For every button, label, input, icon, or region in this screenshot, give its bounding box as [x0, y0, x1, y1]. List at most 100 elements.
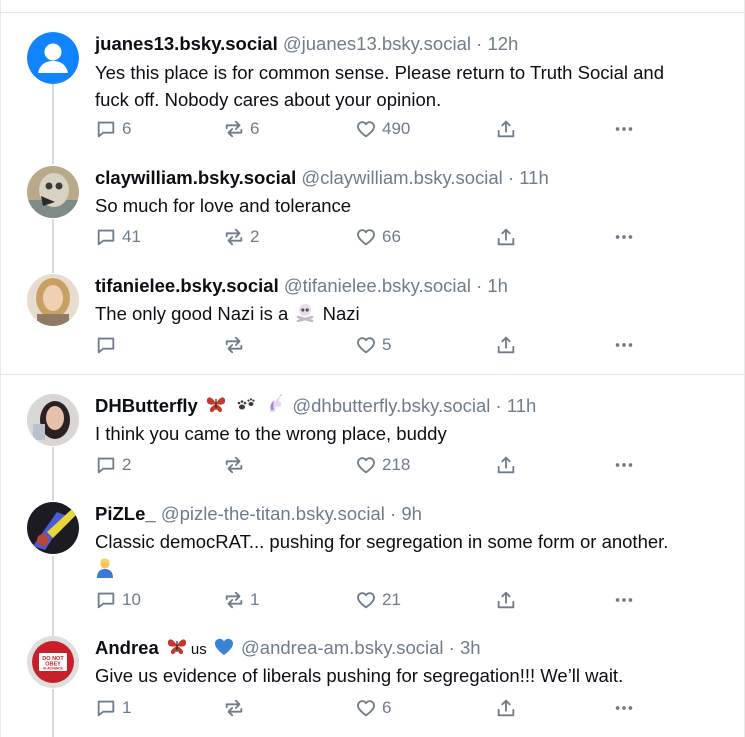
repost-button[interactable]: 1: [223, 588, 259, 612]
like-count: 5: [382, 335, 392, 354]
avatar[interactable]: [27, 32, 79, 84]
like-button[interactable]: 490: [355, 117, 410, 141]
handle[interactable]: @claywilliam.bsky.social: [301, 167, 502, 188]
post-text-line: I think you came to the wrong place, bud…: [95, 423, 447, 444]
like-button[interactable]: 66: [355, 225, 401, 249]
post-header: claywilliam.bsky.social @claywilliam.bsk…: [95, 166, 549, 190]
avatar[interactable]: [27, 394, 79, 446]
like-button[interactable]: 6: [355, 696, 391, 720]
post-text: So much for love and tolerance: [95, 192, 735, 219]
more-dots-icon: [615, 706, 633, 710]
name-suffix: us: [190, 641, 207, 658]
more-options-button[interactable]: [613, 453, 635, 477]
like-button[interactable]: 218: [355, 453, 410, 477]
post-text: Give us evidence of liberals pushing for…: [95, 662, 735, 689]
repost-button[interactable]: [223, 333, 250, 357]
repost-button[interactable]: 6: [223, 117, 259, 141]
reply-button[interactable]: 10: [95, 588, 141, 612]
more-dots-icon: [615, 235, 633, 239]
share-button[interactable]: [495, 225, 517, 249]
separator: ·: [495, 395, 502, 416]
more-dots-icon: [615, 127, 633, 131]
repost-count: 6: [250, 119, 260, 138]
reply-button[interactable]: [95, 333, 122, 357]
reply-button[interactable]: 2: [95, 453, 131, 477]
post-actions: 10 1 21: [95, 588, 655, 612]
reply-button[interactable]: 41: [95, 225, 141, 249]
more-options-button[interactable]: [613, 696, 635, 720]
thread-line: [52, 556, 54, 636]
thread-line: [52, 219, 54, 273]
like-count: 66: [382, 227, 401, 246]
display-name[interactable]: DHButterfly: [95, 395, 198, 416]
timestamp[interactable]: 11h: [507, 395, 537, 416]
timestamp[interactable]: 11h: [519, 167, 549, 188]
separator: ·: [476, 33, 483, 54]
timestamp[interactable]: 9h: [401, 503, 422, 524]
timestamp[interactable]: 12h: [487, 33, 518, 54]
share-button[interactable]: [495, 588, 517, 612]
handle[interactable]: @dhbutterfly.bsky.social: [292, 395, 490, 416]
like-button[interactable]: 5: [355, 333, 391, 357]
post-actions: 41 2 66: [95, 225, 655, 249]
top-divider: [1, 12, 745, 13]
share-button[interactable]: [495, 333, 517, 357]
post-text-line: Yes this place is for common sense. Plea…: [95, 62, 665, 83]
reply-button[interactable]: 1: [95, 696, 131, 720]
display-name[interactable]: tifanielee.bsky.social: [95, 275, 279, 296]
reply-count: 6: [122, 119, 132, 138]
timestamp[interactable]: 3h: [460, 637, 481, 658]
timestamp[interactable]: 1h: [487, 275, 508, 296]
post-header: tifanielee.bsky.social @tifanielee.bsky.…: [95, 274, 508, 298]
more-options-button[interactable]: [613, 333, 635, 357]
post-header: PiZLe_ @pizle-the-titan.bsky.social · 9h: [95, 502, 422, 526]
reply-count: 10: [122, 590, 141, 609]
speech-bubble-icon: [97, 229, 115, 246]
handle[interactable]: @tifanielee.bsky.social: [284, 275, 471, 296]
thread-line: [52, 447, 54, 501]
handle[interactable]: @juanes13.bsky.social: [283, 33, 471, 54]
avatar-image: [27, 166, 79, 218]
display-name[interactable]: claywilliam.bsky.social: [95, 167, 296, 188]
repost-button[interactable]: [223, 453, 250, 477]
heart-outline-icon: [357, 121, 375, 138]
like-button[interactable]: 21: [355, 588, 401, 612]
handle[interactable]: @pizle-the-titan.bsky.social: [161, 503, 385, 524]
heart-outline-icon: [357, 592, 375, 609]
more-dots-icon: [615, 598, 633, 602]
more-options-button[interactable]: [613, 117, 635, 141]
more-options-button[interactable]: [613, 225, 635, 249]
post-actions: 5: [95, 333, 655, 357]
reply-button[interactable]: 6: [95, 117, 131, 141]
display-name[interactable]: juanes13.bsky.social: [95, 33, 278, 54]
share-button[interactable]: [495, 117, 517, 141]
repost-arrows-icon: [225, 336, 243, 354]
post-text: I think you came to the wrong place, bud…: [95, 420, 735, 447]
display-name[interactable]: Andrea: [95, 637, 159, 658]
repost-button[interactable]: 2: [223, 225, 259, 249]
repost-arrows-icon: [225, 456, 243, 474]
more-options-button[interactable]: [613, 588, 635, 612]
separator: ·: [390, 503, 397, 524]
avatar[interactable]: [27, 502, 79, 554]
handle[interactable]: @andrea-am.bsky.social: [241, 637, 444, 658]
person-shrugging-emoji: [95, 555, 735, 582]
avatar[interactable]: [27, 166, 79, 218]
repost-button[interactable]: [223, 696, 250, 720]
butterfly-emoji: [166, 636, 188, 656]
post-actions: 2 218: [95, 453, 655, 477]
like-count: 6: [382, 698, 392, 717]
avatar[interactable]: [27, 274, 79, 326]
post-header: Andrea us @andrea-am.bsky.social · 3h: [95, 636, 481, 662]
share-upload-icon: [497, 228, 515, 246]
avatar[interactable]: DO NOT OBEY IN ADVANCE: [27, 636, 79, 688]
post-actions: 6 6 490: [95, 117, 655, 141]
paw-prints-emoji: [236, 396, 256, 414]
share-button[interactable]: [495, 453, 517, 477]
repost-count: 1: [250, 590, 260, 609]
display-name[interactable]: PiZLe_: [95, 503, 156, 524]
like-count: 218: [382, 455, 411, 474]
reply-feed: juanes13.bsky.social @juanes13.bsky.soci…: [0, 0, 745, 737]
default-avatar-icon: [27, 32, 79, 84]
share-button[interactable]: [495, 696, 517, 720]
